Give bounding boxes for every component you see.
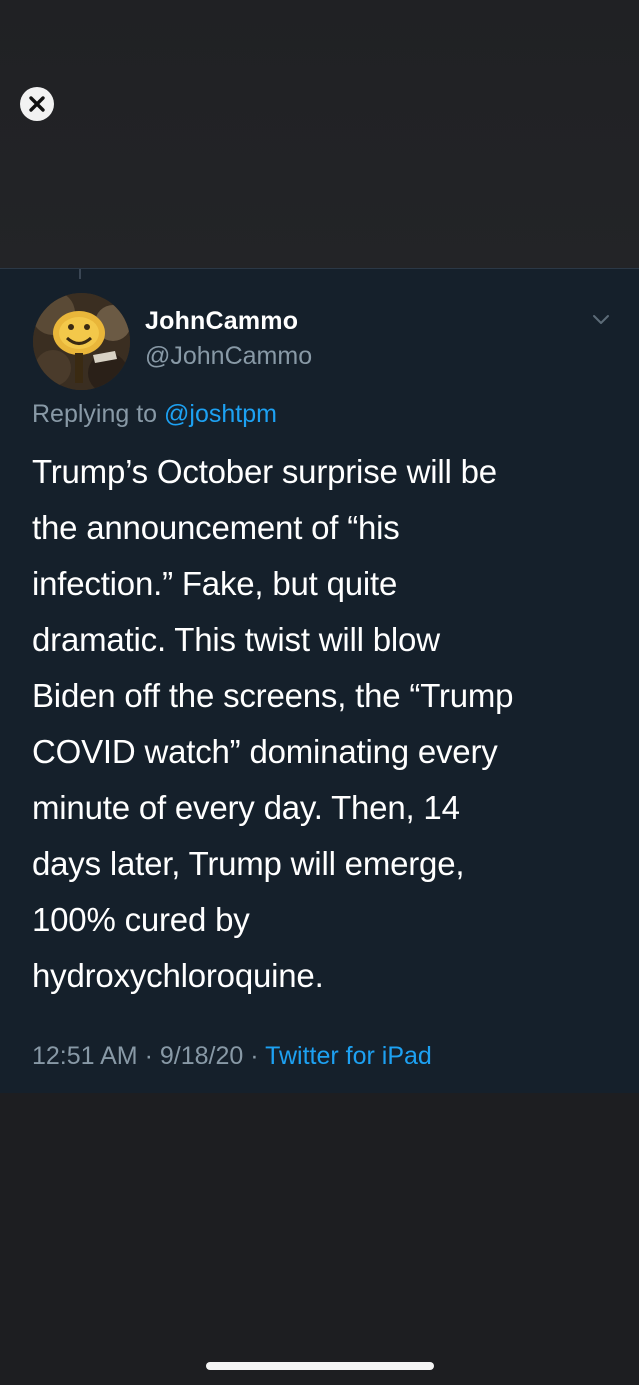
tweet-date[interactable]: 9/18/20	[160, 1042, 243, 1070]
replying-prefix: Replying to	[32, 400, 158, 428]
home-indicator[interactable]	[206, 1362, 434, 1370]
tweet-text-line: 100% cured by	[32, 901, 250, 938]
tweet-text-line: COVID watch” dominating every	[32, 733, 498, 770]
display-name[interactable]: JohnCammo	[145, 307, 298, 336]
reply-mention-link[interactable]: @joshtpm	[164, 400, 277, 428]
tweet-text-line: days later, Trump will emerge,	[32, 845, 465, 882]
replying-to: Replying to @joshtpm	[32, 400, 277, 429]
tweet-text-line: dramatic. This twist will blow	[32, 621, 440, 658]
tweet-card: JohnCammo @JohnCammo Replying to @joshtp…	[0, 268, 639, 1093]
avatar[interactable]	[33, 293, 130, 390]
tweet-text-line: infection.” Fake, but quite	[32, 565, 398, 602]
viewer-bottom-area	[0, 1093, 639, 1385]
tweet-text-line: Biden off the screens, the “Trump	[32, 677, 514, 714]
close-button[interactable]	[20, 87, 54, 121]
tweet-source-link[interactable]: Twitter for iPad	[265, 1042, 432, 1070]
thread-line	[79, 269, 81, 279]
chevron-down-icon[interactable]	[591, 313, 611, 327]
tweet-meta: 12:51 AM · 9/18/20 · Twitter for iPad	[32, 1042, 432, 1071]
avatar-image	[33, 293, 130, 390]
close-x-icon	[29, 96, 45, 112]
tweet-text: Trump’s October surprise will be the ann…	[32, 444, 622, 1004]
tweet-text-line: hydroxychloroquine.	[32, 957, 324, 994]
tweet-text-line: minute of every day. Then, 14	[32, 789, 460, 826]
tweet-text-line: the announcement of “his	[32, 509, 400, 546]
tweet-time[interactable]: 12:51 AM	[32, 1042, 138, 1070]
meta-separator: ·	[250, 1042, 259, 1070]
viewer-top-area	[0, 0, 639, 268]
screenshot-viewer: JohnCammo @JohnCammo Replying to @joshtp…	[0, 0, 639, 1385]
tweet-text-line: Trump’s October surprise will be	[32, 453, 497, 490]
meta-separator: ·	[144, 1042, 153, 1070]
user-handle[interactable]: @JohnCammo	[145, 342, 312, 371]
